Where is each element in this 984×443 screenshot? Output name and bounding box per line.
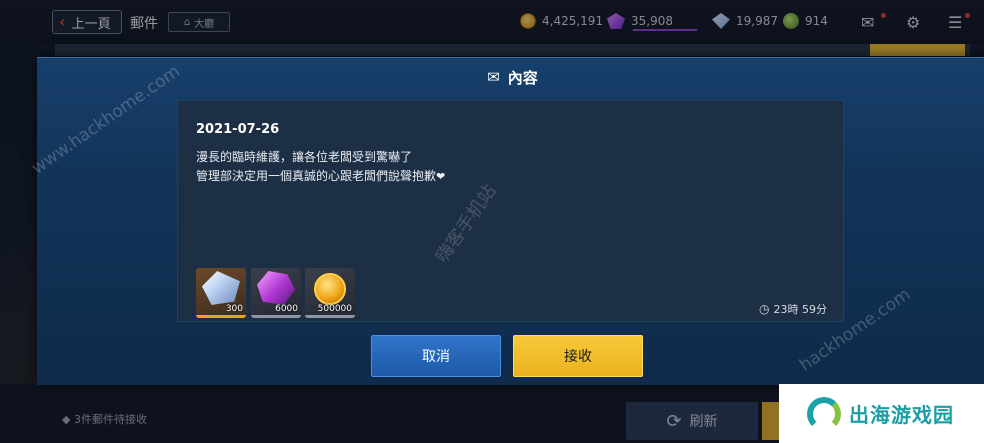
reward-amount: 500000 bbox=[317, 304, 352, 314]
rarity-bar bbox=[196, 315, 246, 318]
timer-text: 23時 59分 bbox=[773, 303, 828, 316]
reward-item-diamond[interactable]: 300 bbox=[196, 268, 246, 318]
brand-logo-icon bbox=[807, 396, 841, 431]
message-line-2-text: 管理部決定用一個真誠的心跟老闆們說聲抱歉 bbox=[196, 169, 437, 183]
reward-item-crystal[interactable]: 6000 bbox=[251, 268, 301, 318]
reward-item-gold[interactable]: 500000 bbox=[305, 268, 355, 318]
cancel-button[interactable]: 取消 bbox=[371, 335, 501, 377]
message-line-2: 管理部決定用一個真誠的心跟老闆們說聲抱歉❤ bbox=[196, 167, 445, 184]
receive-button[interactable]: 接收 bbox=[513, 335, 643, 377]
dialog-title: 內容 bbox=[507, 68, 538, 87]
expiry-timer: ◷ 23時 59分 bbox=[759, 301, 827, 317]
diamond-icon bbox=[202, 271, 240, 305]
gold-coin-icon bbox=[314, 273, 346, 305]
rarity-bar bbox=[305, 315, 355, 318]
heart-icon: ❤ bbox=[436, 170, 446, 183]
clock-icon: ◷ bbox=[759, 302, 770, 316]
reward-amount: 300 bbox=[225, 304, 243, 314]
purple-crystal-icon bbox=[257, 271, 295, 305]
rarity-bar bbox=[251, 315, 301, 318]
brand-name: 出海游戏园 bbox=[849, 403, 954, 427]
message-date: 2021-07-26 bbox=[196, 122, 280, 137]
brand-watermark: 出海游戏园 bbox=[779, 384, 984, 443]
reward-amount: 6000 bbox=[275, 304, 298, 314]
message-box: 2021-07-26 漫長的臨時維護，讓各位老闆受到驚嚇了 管理部決定用一個真誠… bbox=[177, 100, 844, 322]
message-line-1: 漫長的臨時維護，讓各位老闆受到驚嚇了 bbox=[196, 150, 413, 164]
envelope-icon: ✉ bbox=[487, 68, 500, 86]
